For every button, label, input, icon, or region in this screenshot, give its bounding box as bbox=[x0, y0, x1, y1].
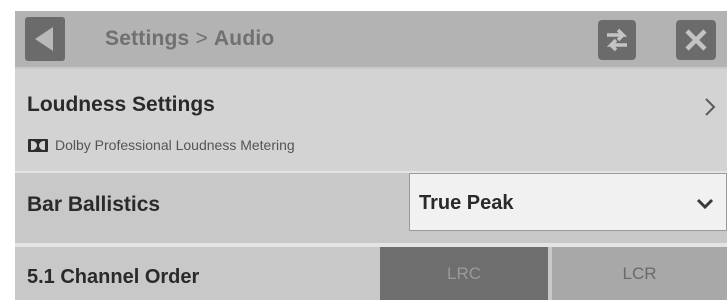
swap-icon bbox=[606, 28, 628, 52]
dolby-logo-icon bbox=[28, 138, 48, 152]
back-button[interactable] bbox=[25, 17, 65, 61]
bar-ballistics-select[interactable]: True Peak bbox=[409, 173, 727, 231]
channel-order-label: 5.1 Channel Order bbox=[27, 266, 200, 288]
chevron-right-icon bbox=[705, 98, 716, 116]
breadcrumb-parent[interactable]: Settings bbox=[105, 27, 189, 50]
bar-ballistics-row: Bar Ballistics True Peak bbox=[15, 173, 727, 243]
settings-screen: Settings > Audio Loudness Settings Dolby P… bbox=[15, 11, 727, 300]
breadcrumb: Settings > Audio bbox=[105, 27, 274, 51]
header-bar: Settings > Audio bbox=[15, 11, 727, 69]
breadcrumb-separator: > bbox=[195, 27, 208, 50]
loudness-settings-row[interactable]: Loudness Settings Dolby Professional Lou… bbox=[15, 71, 727, 171]
back-arrow-icon bbox=[35, 27, 53, 51]
bar-ballistics-label: Bar Ballistics bbox=[27, 193, 161, 216]
loudness-settings-title: Loudness Settings bbox=[27, 93, 215, 116]
channel-order-row: 5.1 Channel Order LRC LCR bbox=[15, 247, 727, 300]
chevron-down-icon bbox=[696, 198, 714, 210]
swap-button[interactable] bbox=[598, 20, 636, 60]
channel-order-lrc-button[interactable]: LRC bbox=[380, 247, 548, 300]
bar-ballistics-value: True Peak bbox=[419, 192, 514, 214]
dolby-metering-label: Dolby Professional Loudness Metering bbox=[55, 137, 295, 153]
loudness-settings-subtitle: Dolby Professional Loudness Metering bbox=[28, 137, 295, 153]
close-icon bbox=[685, 29, 707, 51]
close-button[interactable] bbox=[676, 20, 716, 60]
breadcrumb-current: Audio bbox=[213, 27, 275, 50]
channel-order-lcr-button[interactable]: LCR bbox=[552, 247, 727, 300]
